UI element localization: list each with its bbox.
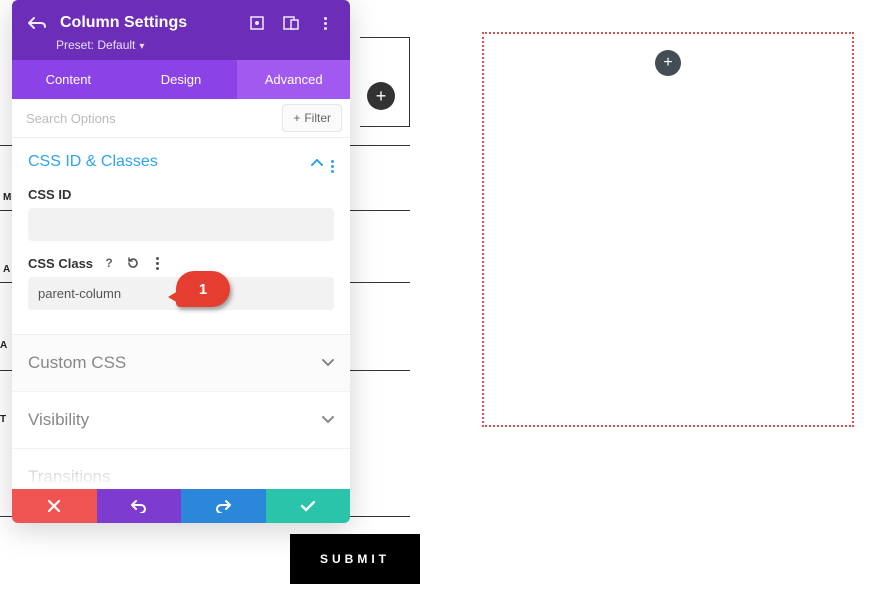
redo-button[interactable] xyxy=(181,489,266,523)
back-button[interactable] xyxy=(26,12,48,34)
reset-button[interactable] xyxy=(125,255,141,271)
panel-header: Column Settings Preset: Default xyxy=(12,0,350,60)
filter-label: Filter xyxy=(304,111,331,125)
section-title: Custom CSS xyxy=(28,353,322,373)
save-button[interactable] xyxy=(266,489,351,523)
empty-column-dropzone[interactable]: + xyxy=(482,32,854,427)
chevron-up-icon xyxy=(311,159,323,167)
chevron-down-icon xyxy=(322,359,334,367)
expand-icon xyxy=(250,16,264,30)
back-icon xyxy=(28,16,46,30)
tabs: Content Design Advanced xyxy=(12,60,350,99)
tab-advanced[interactable]: Advanced xyxy=(237,60,350,99)
reset-icon xyxy=(126,256,140,270)
preset-selector[interactable]: Preset: Default xyxy=(26,38,336,52)
plus-icon: + xyxy=(663,54,672,72)
css-id-label: CSS ID xyxy=(28,187,334,202)
section-custom-css[interactable]: Custom CSS xyxy=(12,334,350,391)
undo-icon xyxy=(131,499,147,513)
section-transitions[interactable]: Transitions xyxy=(12,448,350,489)
panel-title: Column Settings xyxy=(60,14,234,32)
action-bar xyxy=(12,489,350,523)
check-icon xyxy=(300,500,316,512)
plus-icon: + xyxy=(376,86,387,107)
css-class-label-row: CSS Class ? xyxy=(28,255,334,271)
section-title: Transitions xyxy=(28,467,334,487)
search-input[interactable] xyxy=(12,101,274,136)
help-button[interactable]: ? xyxy=(101,255,117,271)
filter-button[interactable]: + Filter xyxy=(282,104,342,132)
section-title: Visibility xyxy=(28,410,322,430)
section-css-id-classes: CSS ID & Classes CSS ID CSS Class ? 1 xyxy=(12,138,350,324)
submit-button[interactable]: SUBMIT xyxy=(290,534,420,584)
close-icon xyxy=(47,499,61,513)
kebab-icon xyxy=(331,160,334,173)
column-settings-panel: Column Settings Preset: Default Content … xyxy=(12,0,350,523)
css-id-input[interactable] xyxy=(28,208,334,241)
undo-button[interactable] xyxy=(97,489,182,523)
responsive-button[interactable] xyxy=(280,12,302,34)
section-menu-button[interactable] xyxy=(331,150,334,173)
section-visibility[interactable]: Visibility xyxy=(12,391,350,448)
cancel-button[interactable] xyxy=(12,489,97,523)
tab-content[interactable]: Content xyxy=(12,60,125,99)
chevron-down-icon xyxy=(322,416,334,424)
redo-icon xyxy=(215,499,231,513)
expand-button[interactable] xyxy=(246,12,268,34)
add-module-button[interactable]: + xyxy=(367,82,395,110)
plus-icon: + xyxy=(293,111,300,125)
field-menu-button[interactable] xyxy=(149,255,165,271)
css-class-label: CSS Class xyxy=(28,256,93,271)
collapse-button[interactable] xyxy=(311,154,323,170)
bg-field-label: A xyxy=(3,264,12,275)
responsive-icon xyxy=(283,16,299,30)
search-row: + Filter xyxy=(12,99,350,138)
kebab-icon xyxy=(156,257,159,270)
section-title[interactable]: CSS ID & Classes xyxy=(28,153,303,171)
help-icon: ? xyxy=(105,256,112,270)
annotation-1: 1 xyxy=(176,271,230,307)
add-content-button[interactable]: + xyxy=(655,50,681,76)
kebab-icon xyxy=(324,17,327,30)
panel-menu-button[interactable] xyxy=(314,12,336,34)
tab-design[interactable]: Design xyxy=(125,60,238,99)
